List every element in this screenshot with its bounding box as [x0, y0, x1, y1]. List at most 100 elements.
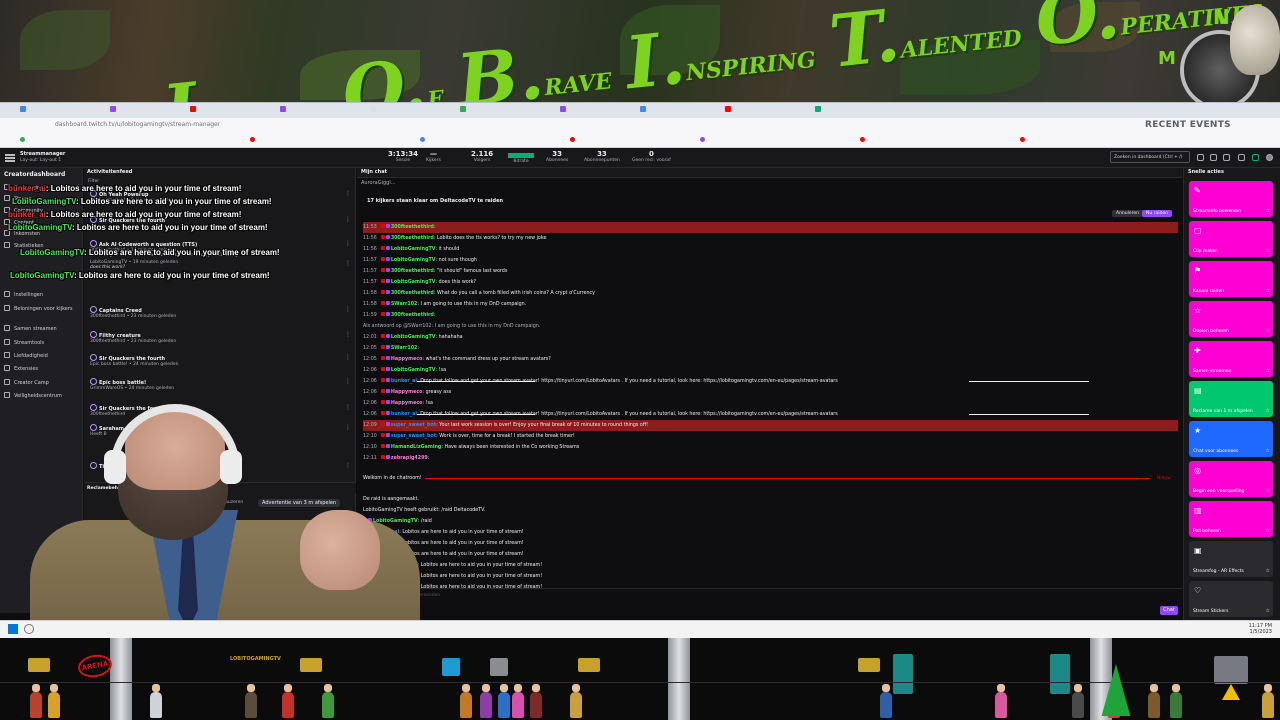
quick-action-button[interactable]: ▣ Streamfog - AR Effects ☆ — [1189, 541, 1273, 577]
message-username[interactable]: bunker_ai — [391, 379, 417, 384]
bookmark[interactable] — [420, 137, 427, 145]
dashboard-search-input[interactable]: Zoeken in dashboard (Ctrl + /) — [1110, 151, 1190, 163]
quick-action-button[interactable]: ☆ Doelen beheren ☆ — [1189, 301, 1273, 337]
browser-tab[interactable] — [20, 106, 80, 116]
favorite-star-icon[interactable]: ☆ — [1266, 288, 1270, 294]
favorite-star-icon[interactable]: ☆ — [1266, 208, 1270, 214]
activity-event[interactable]: Captains Creed 300fteethethird • 23 minut… — [90, 306, 345, 319]
avatar-sprite[interactable] — [245, 684, 257, 718]
avatar-sprite[interactable] — [150, 684, 162, 718]
activity-event[interactable]: LobitoGamingTV • 19 minuten geleden does … — [90, 260, 345, 270]
more-options-icon[interactable]: ⋮ — [345, 306, 351, 313]
quick-action-button[interactable]: ♡ Stream Stickers ☆ — [1189, 581, 1273, 617]
avatar-sprite[interactable] — [30, 684, 42, 718]
message-username[interactable]: LobitoGamingTV — [391, 247, 436, 252]
avatar-sprite[interactable] — [1148, 684, 1160, 718]
nav-item[interactable]: Veiligheidscentrum — [4, 392, 62, 403]
bookmark[interactable] — [20, 137, 27, 145]
message-username[interactable]: LobitoGamingTV — [391, 368, 436, 373]
message-username[interactable]: 300fteethethird — [391, 236, 434, 241]
raid-now-button[interactable]: Nu raiden — [1142, 210, 1172, 217]
nav-item[interactable]: Liefdadigheid — [4, 352, 48, 363]
nav-item[interactable]: Samen streamen — [4, 325, 57, 336]
avatar-sprite[interactable] — [460, 684, 472, 718]
message-username[interactable]: 300fteethethird — [391, 269, 434, 274]
nav-item[interactable]: Beloningen voor kijkers — [4, 305, 73, 316]
message-username[interactable]: Happymeco — [391, 390, 423, 395]
quick-action-button[interactable]: ✚ Samen streamen ☆ — [1189, 341, 1273, 377]
bookmark[interactable] — [700, 137, 707, 145]
avatar-sprite[interactable] — [322, 684, 334, 718]
message-username[interactable]: 300fteethethird — [391, 225, 434, 230]
avatar-sprite[interactable] — [282, 684, 294, 718]
avatar-sprite[interactable] — [512, 684, 524, 718]
message-username[interactable]: SWarr102 — [391, 346, 418, 351]
browser-tab[interactable] — [815, 106, 895, 116]
nav-item[interactable]: Extensies — [4, 365, 38, 376]
message-username[interactable]: LobitoGamingTV — [391, 335, 436, 340]
avatar-sprite[interactable] — [1072, 684, 1084, 718]
nav-item[interactable]: Instellingen — [4, 291, 43, 302]
status-icon[interactable] — [1252, 154, 1259, 161]
avatar-sprite[interactable] — [1262, 684, 1274, 718]
message-username[interactable]: LobitoGamingTV — [391, 280, 436, 285]
start-icon[interactable] — [8, 624, 18, 634]
quick-action-button[interactable]: ⚑ Kanaal raiden ☆ — [1189, 261, 1273, 297]
avatar-sprite[interactable] — [530, 684, 542, 718]
avatar-sprite[interactable] — [570, 684, 582, 718]
address-bar[interactable]: dashboard.twitch.tv/u/lobitogamingtv/str… — [0, 118, 1280, 134]
favorite-star-icon[interactable]: ☆ — [1266, 528, 1270, 534]
favorite-star-icon[interactable]: ☆ — [1266, 368, 1270, 374]
bookmark[interactable] — [250, 137, 257, 145]
more-options-icon[interactable]: ⋮ — [345, 378, 351, 385]
help-icon[interactable] — [1197, 154, 1204, 161]
favorite-star-icon[interactable]: ☆ — [1266, 248, 1270, 254]
settings-icon[interactable] — [1210, 154, 1217, 161]
nav-item[interactable]: Creator Camp — [4, 379, 49, 390]
quick-action-button[interactable]: ◎ Begin een voorspelling ☆ — [1189, 461, 1273, 497]
more-options-icon[interactable]: ⋮ — [345, 331, 351, 338]
browser-tab[interactable] — [725, 106, 805, 116]
browser-tab[interactable] — [110, 106, 170, 116]
favorite-star-icon[interactable]: ☆ — [1266, 328, 1270, 334]
message-username[interactable]: LobitoGamingTV — [391, 258, 436, 263]
menu-icon[interactable] — [5, 154, 15, 162]
message-username[interactable]: 300fteethethird — [391, 313, 434, 318]
message-username[interactable]: 300fteethethird — [391, 291, 434, 296]
send-chat-button[interactable]: Chat — [1160, 606, 1178, 615]
activity-event[interactable]: Filthy creature 300fteethethird • 23 minu… — [90, 331, 345, 344]
inbox-icon[interactable] — [1238, 154, 1245, 161]
avatar-sprite[interactable] — [880, 684, 892, 718]
favorite-star-icon[interactable]: ☆ — [1266, 488, 1270, 494]
bookmark[interactable] — [570, 137, 577, 145]
activity-event[interactable]: Sir Quackers the fourth Epic boss battle!… — [90, 354, 345, 367]
browser-tab[interactable] — [280, 106, 340, 116]
quick-action-button[interactable]: ★ Chat voor abonnees ☆ — [1189, 421, 1273, 457]
quick-action-button[interactable]: ▥ Poll beheren ☆ — [1189, 501, 1273, 537]
avatar[interactable] — [1266, 154, 1273, 161]
more-options-icon[interactable]: ⋮ — [345, 216, 351, 223]
url-text[interactable]: dashboard.twitch.tv/u/lobitogamingtv/str… — [55, 121, 495, 131]
bookmark[interactable] — [1020, 137, 1027, 145]
more-options-icon[interactable]: ⋮ — [345, 260, 351, 267]
raid-cancel-button[interactable]: Annuleren — [1112, 210, 1144, 217]
avatar-sprite[interactable] — [48, 684, 60, 718]
favorite-star-icon[interactable]: ☆ — [1266, 408, 1270, 414]
more-options-icon[interactable]: ⋮ — [345, 190, 351, 197]
favorite-star-icon[interactable]: ☆ — [1266, 448, 1270, 454]
favorite-star-icon[interactable]: ☆ — [1266, 568, 1270, 574]
activity-event[interactable]: Epic boss battle! GrimmWareOS • 24 minute… — [90, 378, 345, 391]
notifications-icon[interactable] — [1223, 154, 1230, 161]
browser-tab[interactable] — [460, 106, 540, 116]
quick-action-button[interactable]: ✎ Streaminfo bewerken ☆ — [1189, 181, 1273, 217]
bookmark[interactable] — [860, 137, 867, 145]
browser-tab[interactable] — [560, 106, 640, 116]
browser-tab[interactable] — [370, 106, 450, 116]
avatar-sprite[interactable] — [1170, 684, 1182, 718]
browser-tab[interactable] — [640, 106, 720, 116]
chat-input[interactable]: Bericht verzenden — [357, 588, 1182, 601]
message-username[interactable]: SWarr102 — [391, 302, 418, 307]
search-icon[interactable] — [24, 624, 34, 634]
browser-tab[interactable] — [190, 106, 250, 116]
pinned-user[interactable]: AuroraGiggl... — [361, 180, 395, 186]
